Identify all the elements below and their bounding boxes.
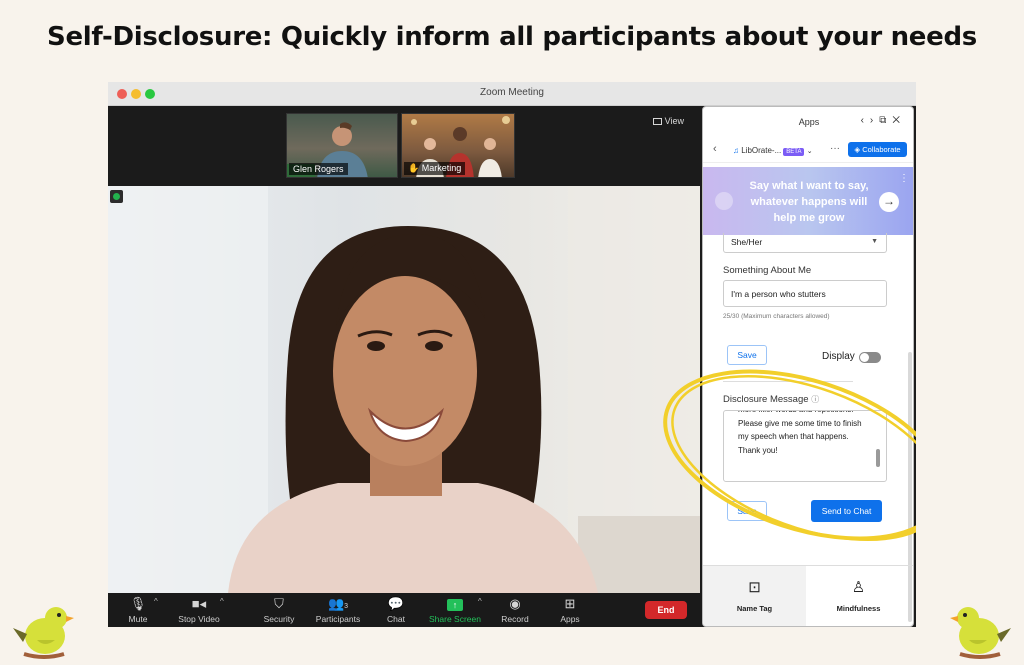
zoom-window: Zoom Meeting View Glen Rogers ✋ Marketin… — [108, 82, 916, 627]
stop-video-label: Stop Video — [178, 614, 220, 624]
caret-down-icon: ▼ — [871, 238, 878, 245]
apps-label: Apps — [560, 614, 580, 624]
participants-icon: 👥3 — [327, 596, 349, 611]
affirmation-banner: Say what I want to say, whatever happens… — [703, 167, 913, 235]
end-meeting-button[interactable]: End — [645, 601, 687, 619]
video-area: View Glen Rogers ✋ Marketing — [108, 106, 700, 593]
disclosure-message-label: Disclosure Message ⓘ — [723, 394, 819, 405]
window-title: Zoom Meeting — [480, 87, 544, 98]
active-speaker-icon — [110, 190, 123, 203]
apps-side-panel: Apps ‹›⧉✕ ‹ ♫ LibOrate-... BETA ⌄ ··· ◈ C… — [702, 106, 914, 627]
pronoun-select[interactable]: She/Her ▼ — [723, 233, 887, 253]
chat-icon: 💬 — [387, 596, 405, 611]
app-header: ‹ ♫ LibOrate-... BETA ⌄ ··· ◈ Collaborate — [703, 139, 913, 163]
meditation-icon: ♙ — [851, 579, 866, 596]
panel-controls: ‹›⧉✕ — [861, 115, 906, 126]
name-tag-icon: ⊡ — [748, 579, 761, 596]
chevron-up-icon[interactable]: ^ — [154, 597, 158, 606]
main-video — [108, 186, 700, 593]
app-name-text: LibOrate-... — [741, 146, 782, 155]
participant-count: 3 — [344, 603, 349, 610]
tab-label: Name Tag — [736, 604, 773, 613]
disclosure-message-textarea[interactable]: more filler words and repetitions. Pleas… — [723, 410, 887, 482]
code-icon[interactable]: ‹› — [861, 115, 880, 126]
participant-name-text: Marketing — [421, 163, 462, 173]
tab-label: Mindfulness — [836, 604, 881, 613]
close-icon[interactable]: ✕ — [892, 115, 906, 126]
record-label: Record — [501, 614, 529, 624]
divider — [723, 381, 853, 382]
affirmation-text: Say what I want to say, whatever happens… — [749, 180, 869, 224]
speaker-portrait — [108, 186, 700, 593]
more-options-icon[interactable]: ··· — [830, 143, 840, 154]
app-logo-icon: ♫ — [733, 146, 742, 155]
chevron-up-icon[interactable]: ^ — [478, 597, 482, 606]
headline: Self-Disclosure: Quickly inform all part… — [47, 22, 977, 52]
microphone-icon: 🎙 — [129, 596, 147, 611]
apps-icon: ⊞ — [564, 596, 576, 611]
participant-name: Glen Rogers — [289, 163, 348, 175]
record-button[interactable]: ◉ Record — [485, 596, 545, 624]
app-name[interactable]: ♫ LibOrate-... BETA ⌄ — [733, 146, 813, 156]
participants-button[interactable]: 👥3 Participants — [308, 596, 368, 624]
share-screen-button[interactable]: ↑ Share Screen — [425, 596, 485, 624]
mute-button[interactable]: 🎙 Mute — [108, 596, 168, 624]
collaborate-button[interactable]: ◈ Collaborate — [848, 142, 907, 157]
view-button[interactable]: View — [652, 116, 684, 126]
chevron-down-icon: ⌄ — [806, 148, 813, 155]
collaborate-label: Collaborate — [862, 145, 901, 154]
beta-badge: BETA — [783, 148, 805, 156]
next-arrow-icon[interactable]: → — [879, 192, 899, 212]
disclosure-label-text: Disclosure Message — [723, 394, 809, 405]
pronoun-value: She/Her — [731, 237, 763, 247]
app-tabs: ⊡ Name Tag ♙ Mindfulness — [703, 565, 913, 626]
record-icon: ◉ — [509, 596, 521, 611]
back-chevron-icon[interactable]: ‹ — [713, 143, 717, 155]
participant-name: ✋ Marketing — [404, 162, 466, 175]
pop-out-icon[interactable]: ⧉ — [879, 115, 892, 126]
about-me-label: Something About Me — [723, 265, 812, 276]
title-bar: Zoom Meeting — [108, 82, 916, 106]
participant-thumbnail[interactable]: ✋ Marketing — [401, 113, 515, 178]
chat-label: Chat — [387, 614, 405, 624]
share-screen-icon: ↑ — [425, 596, 485, 612]
tab-mindfulness[interactable]: ♙ Mindfulness — [807, 566, 910, 626]
info-icon[interactable]: ⓘ — [811, 395, 819, 404]
shield-icon: ⛉ — [274, 596, 284, 611]
bird-mascot-right — [950, 607, 1011, 659]
display-toggle[interactable] — [859, 352, 881, 363]
mute-label: Mute — [128, 614, 148, 624]
character-count-hint: 25/30 (Maximum characters allowed) — [723, 313, 830, 320]
participants-label: Participants — [315, 614, 361, 624]
apps-button[interactable]: ⊞ Apps — [540, 596, 600, 624]
tab-name-tag[interactable]: ⊡ Name Tag — [703, 566, 806, 626]
chat-button[interactable]: 💬 Chat — [366, 596, 426, 624]
participant-thumbnail[interactable]: Glen Rogers — [286, 113, 398, 178]
disclosure-text: more filler words and repetitions. Pleas… — [738, 411, 862, 455]
previous-arrow-icon[interactable] — [715, 192, 733, 210]
security-label: Security — [263, 614, 295, 624]
textarea-scrollbar[interactable] — [876, 449, 880, 467]
hand-raise-icon: ✋ — [408, 163, 422, 173]
display-label: Display — [822, 351, 855, 362]
view-label: View — [664, 116, 684, 126]
share-screen-label: Share Screen — [429, 614, 481, 624]
bird-mascot-left — [13, 607, 74, 659]
security-button[interactable]: ⛉ Security — [249, 596, 309, 624]
meeting-toolbar: 🎙 Mute ^ ■◂ Stop Video ^ ⛉ Security 👥3 P… — [108, 593, 700, 627]
save-disclosure-button[interactable]: Save — [727, 501, 767, 521]
chevron-up-icon[interactable]: ^ — [220, 597, 224, 606]
kebab-menu-icon[interactable]: ⋮ — [899, 173, 909, 184]
save-button[interactable]: Save — [727, 345, 767, 365]
send-to-chat-button[interactable]: Send to Chat — [811, 500, 882, 522]
grid-view-icon — [652, 118, 662, 125]
about-me-input[interactable]: I'm a person who stutters — [723, 280, 887, 307]
